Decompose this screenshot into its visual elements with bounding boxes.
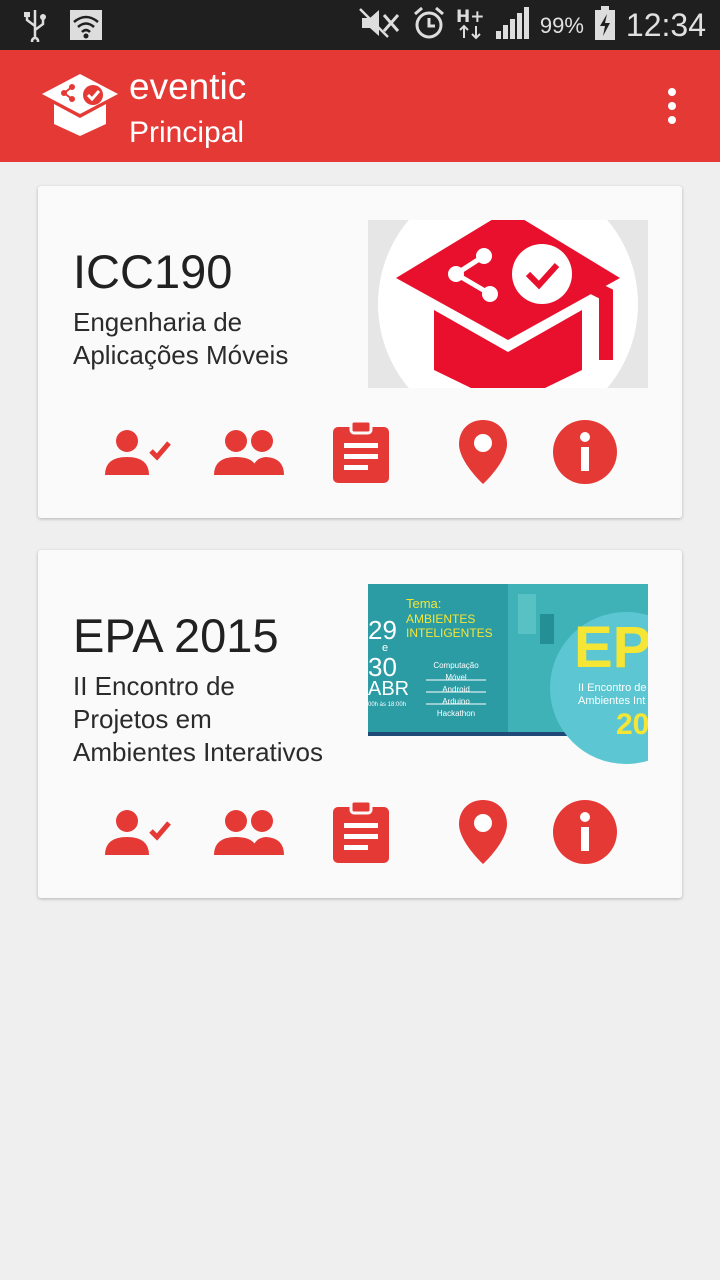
- subtitle-line: Engenharia de: [73, 307, 243, 337]
- status-bar: H+ 99% 12:34: [0, 0, 720, 50]
- event-subtitle: II Encontro de Projetos em Ambientes Int…: [73, 670, 323, 769]
- app-name: eventic: [129, 66, 247, 107]
- banner-theme-line: AMBIENTES: [406, 612, 476, 626]
- banner-year: 20: [616, 708, 648, 741]
- screen-title: Principal: [129, 116, 245, 149]
- network-hplus-icon: H+: [456, 6, 486, 45]
- banner-day: 29: [368, 615, 397, 645]
- banner-event-line: Ambientes Int: [578, 695, 646, 707]
- location-pin-icon[interactable]: [448, 792, 518, 872]
- app-logo-icon: [40, 72, 120, 143]
- usb-icon: [22, 8, 48, 47]
- participants-icon[interactable]: [208, 792, 290, 872]
- subtitle-line: Projetos em: [73, 704, 212, 734]
- banner-theme-label: Tema:: [406, 596, 442, 611]
- banner-topic: Android: [442, 685, 470, 694]
- event-title: ICC190: [73, 245, 233, 298]
- banner-topic: Computação Móvel: [433, 661, 479, 682]
- info-icon[interactable]: [548, 412, 622, 492]
- signal-icon: [495, 7, 530, 44]
- battery-percentage: 99%: [539, 12, 584, 38]
- subtitle-line: Ambientes Interativos: [73, 737, 324, 767]
- overflow-menu-icon[interactable]: [656, 84, 688, 128]
- event-banner-image: Tema: AMBIENTES INTELIGENTES 29 e 30 ABR…: [368, 584, 648, 768]
- info-icon[interactable]: [548, 792, 622, 872]
- banner-theme: AMBIENTES INTELIGENTES: [406, 612, 493, 640]
- event-subtitle: Engenharia de Aplicações Móveis: [73, 306, 288, 372]
- event-card[interactable]: ICC190 Engenharia de Aplicações Móveis: [38, 186, 682, 518]
- card-actions: [98, 792, 622, 872]
- banner-topic: Arduino: [442, 697, 470, 706]
- banner-date: 29: [368, 615, 397, 645]
- participants-icon[interactable]: [208, 412, 290, 492]
- schedule-clipboard-icon[interactable]: [326, 792, 396, 872]
- subtitle-line: II Encontro de: [73, 671, 235, 701]
- schedule-clipboard-icon[interactable]: [326, 412, 396, 492]
- location-pin-icon[interactable]: [448, 412, 518, 492]
- event-title: EPA 2015: [73, 609, 279, 662]
- event-card[interactable]: EPA 2015 II Encontro de Projetos em Ambi…: [38, 550, 682, 898]
- alarm-icon: [412, 6, 446, 45]
- banner-theme-line: INTELIGENTES: [406, 626, 493, 640]
- banner-topic: Hackathon: [436, 709, 476, 718]
- clock: 12:34: [625, 7, 706, 43]
- banner-topics: Computação Móvel Android Arduino Hackath…: [426, 660, 486, 720]
- battery-charging-icon: [594, 6, 616, 45]
- svg-text:H+: H+: [456, 7, 484, 27]
- banner-event-line: II Encontro de: [578, 682, 647, 694]
- attendance-check-icon[interactable]: [98, 792, 178, 872]
- mute-icon: [358, 7, 402, 44]
- wifi-icon: [70, 10, 102, 45]
- app-bar: eventic Principal: [0, 50, 720, 162]
- banner-hours: 00h às 18:00h: [368, 702, 407, 708]
- subtitle-line: Aplicações Móveis: [73, 340, 289, 370]
- card-actions: [98, 412, 622, 492]
- banner-event-name: II Encontro de Ambientes Int: [578, 682, 647, 708]
- banner-logo-text: EPA: [574, 615, 648, 680]
- attendance-check-icon[interactable]: [98, 412, 178, 492]
- event-image: [368, 220, 648, 388]
- banner-month: ABR: [368, 678, 410, 700]
